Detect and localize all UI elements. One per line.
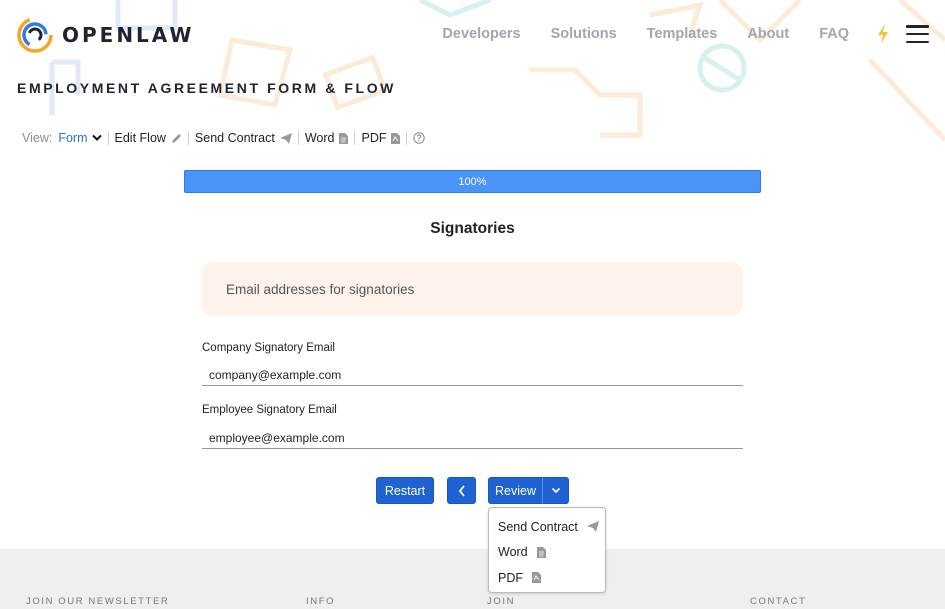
hamburger-menu-icon[interactable]	[906, 25, 929, 43]
back-button[interactable]	[447, 477, 476, 504]
restart-button[interactable]: Restart	[376, 477, 434, 504]
section-title: Signatories	[430, 220, 515, 237]
help-icon[interactable]	[413, 132, 426, 144]
site-header: OPENLAW Developers Solutions Templates A…	[0, 0, 945, 70]
paper-plane-icon	[279, 132, 292, 144]
lightning-icon[interactable]	[876, 24, 890, 44]
site-footer: JOIN OUR NEWSLETTER INFO JOIN CONTACT	[0, 549, 945, 609]
company-email-label: Company Signatory Email	[202, 342, 335, 354]
view-toolbar: View: Form Edit Flow Send Contract Word …	[22, 131, 426, 145]
nav-templates[interactable]: Templates	[647, 26, 718, 42]
footer-info-heading: INFO	[306, 596, 336, 607]
chevron-down-icon[interactable]	[91, 134, 102, 142]
employee-email-field[interactable]	[202, 427, 743, 449]
dropdown-item-pdf[interactable]: PDF	[489, 565, 605, 591]
review-button[interactable]: Review	[488, 477, 543, 504]
page-title: EMPLOYMENT AGREEMENT FORM & FLOW	[17, 80, 396, 96]
footer-contact-heading: CONTACT	[750, 596, 807, 607]
dropdown-item-send-contract[interactable]: Send Contract	[489, 514, 605, 540]
review-dropdown-toggle[interactable]	[542, 477, 569, 504]
footer-newsletter-heading: JOIN OUR NEWSLETTER	[26, 596, 170, 607]
word-file-icon	[536, 546, 546, 558]
chevron-left-icon	[458, 484, 465, 497]
pdf-file-icon	[391, 132, 401, 144]
info-note: Email addresses for signatories	[202, 262, 743, 316]
nav-solutions[interactable]: Solutions	[551, 26, 617, 42]
openlaw-logo[interactable]: OPENLAW	[16, 16, 194, 54]
progress-bar: 100%	[184, 170, 761, 193]
nav-faq[interactable]: FAQ	[819, 26, 849, 42]
pdf-button[interactable]: PDF	[361, 131, 401, 145]
edit-flow-button[interactable]: Edit Flow	[115, 131, 182, 145]
view-select[interactable]: Form	[58, 131, 87, 145]
main-nav: Developers Solutions Templates About FAQ	[412, 26, 849, 42]
nav-about[interactable]: About	[747, 26, 789, 42]
send-contract-button[interactable]: Send Contract	[195, 131, 292, 145]
openlaw-logo-icon	[17, 17, 53, 53]
pencil-icon	[171, 133, 181, 143]
paper-plane-icon	[586, 521, 599, 533]
word-button[interactable]: Word	[305, 131, 349, 145]
view-label: View:	[22, 131, 53, 145]
progress-label: 100%	[458, 175, 487, 188]
company-email-field[interactable]	[202, 364, 743, 386]
review-dropdown-menu: Send Contract Word PDF	[488, 507, 606, 593]
footer-join-heading: JOIN	[487, 596, 516, 607]
nav-developers[interactable]: Developers	[442, 26, 520, 42]
employee-email-label: Employee Signatory Email	[202, 404, 337, 416]
word-file-icon	[339, 132, 349, 144]
chevron-down-icon	[551, 487, 560, 494]
pdf-file-icon	[532, 572, 541, 584]
brand-name: OPENLAW	[62, 23, 195, 47]
dropdown-item-word[interactable]: Word	[489, 540, 605, 566]
